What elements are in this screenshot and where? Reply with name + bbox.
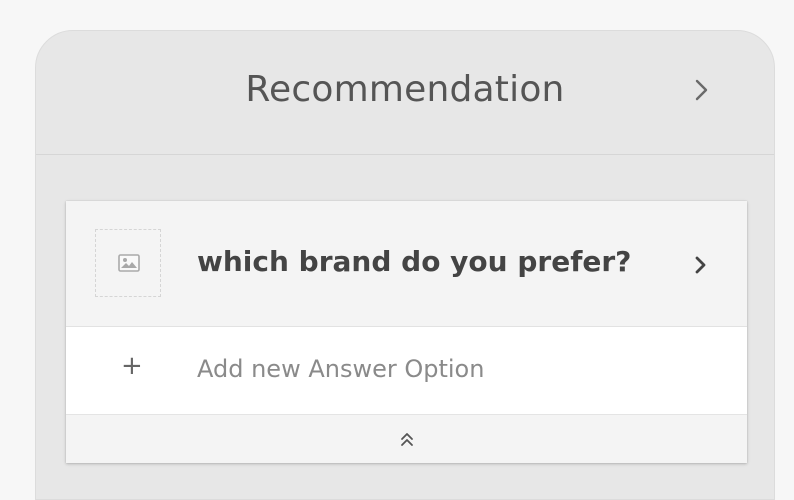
recommendation-card: Recommendation which brand do you prefer…: [35, 30, 775, 500]
double-chevron-up-icon[interactable]: [399, 431, 415, 447]
chevron-right-icon[interactable]: [692, 75, 712, 105]
question-panel: which brand do you prefer? + Add new Ans…: [66, 201, 747, 463]
chevron-right-icon[interactable]: [693, 253, 709, 277]
add-answer-option-row[interactable]: + Add new Answer Option: [66, 327, 747, 415]
question-row[interactable]: which brand do you prefer?: [66, 201, 747, 327]
collapse-row[interactable]: [66, 415, 747, 463]
card-header[interactable]: Recommendation: [36, 31, 774, 155]
question-text: which brand do you prefer?: [197, 245, 632, 278]
image-icon: [118, 254, 140, 272]
card-title: Recommendation: [245, 69, 565, 110]
image-placeholder[interactable]: [95, 229, 161, 297]
add-answer-option-label: Add new Answer Option: [197, 355, 485, 383]
plus-icon[interactable]: +: [121, 353, 143, 379]
